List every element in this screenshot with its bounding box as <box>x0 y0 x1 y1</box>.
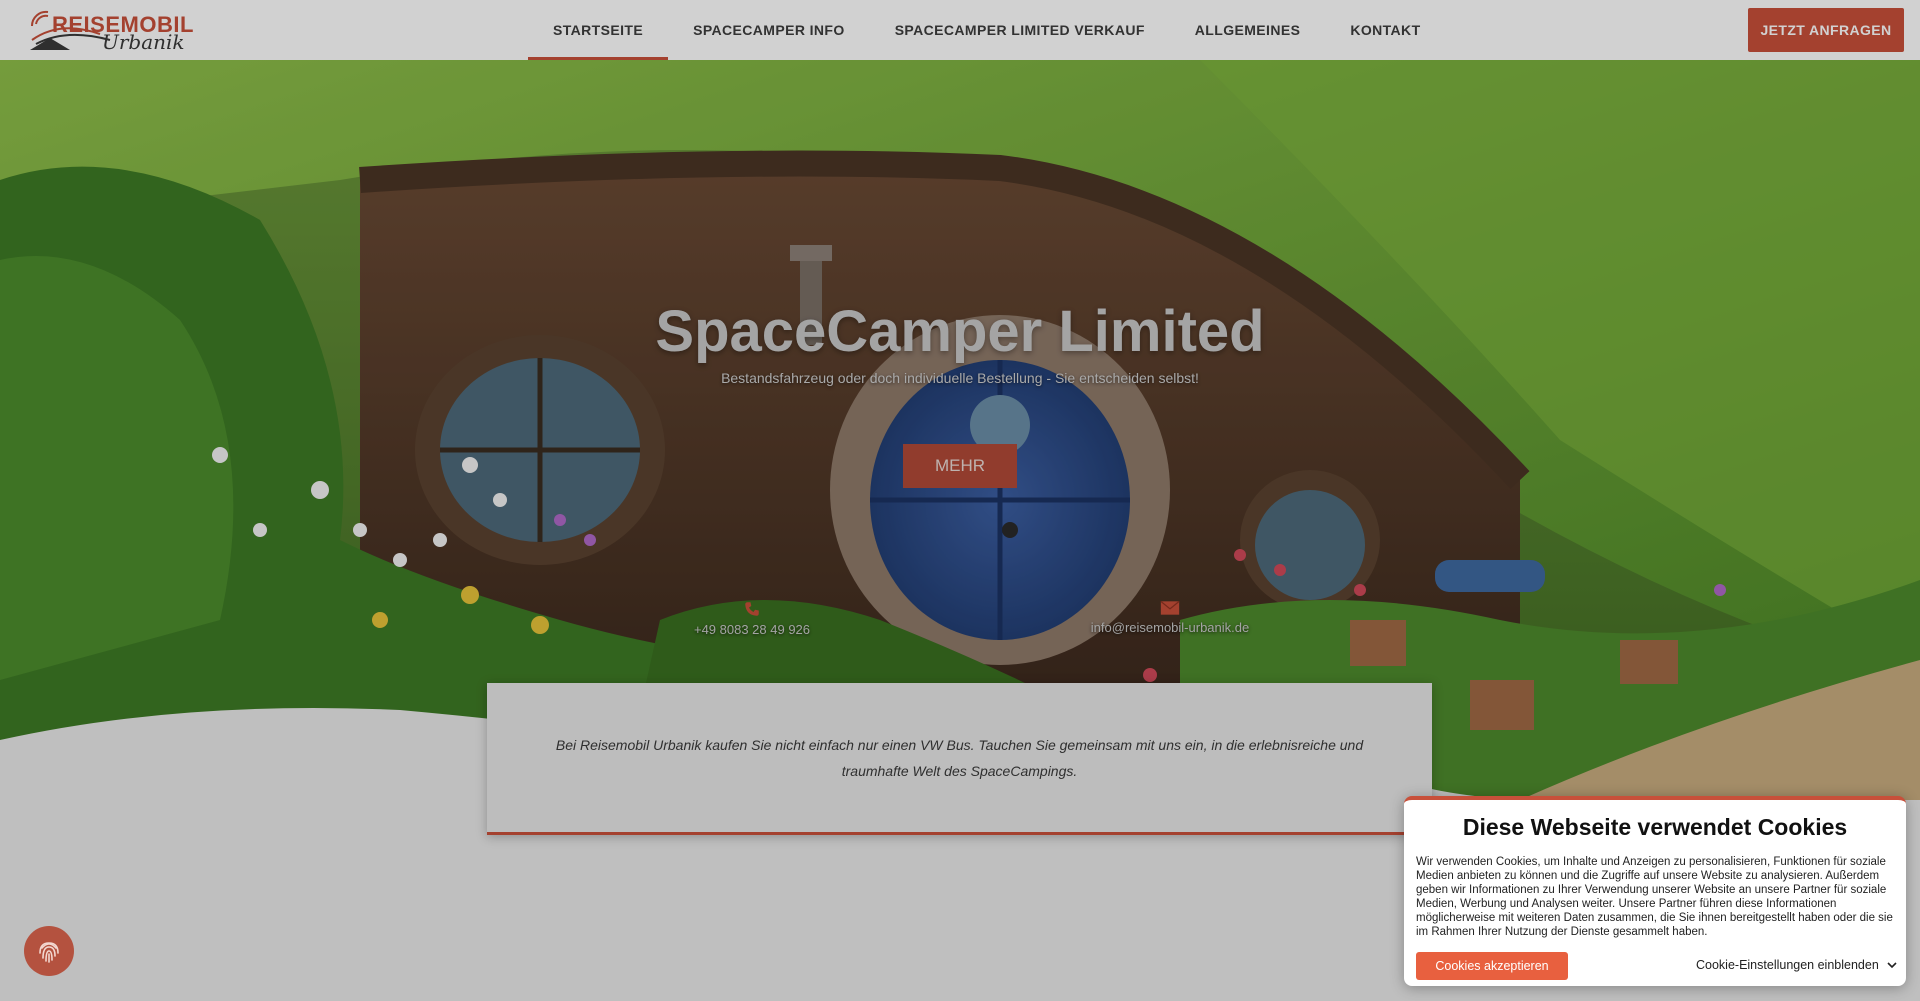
email-address: info@reisemobil-urbanik.de <box>1090 620 1250 635</box>
nav-spacecamper-info[interactable]: SPACECAMPER INFO <box>668 0 870 60</box>
nav-spacecamper-limited-verkauf[interactable]: SPACECAMPER LIMITED VERKAUF <box>870 0 1170 60</box>
fingerprint-icon <box>39 942 59 963</box>
hero-title: SpaceCamper Limited <box>655 299 1265 364</box>
cookie-banner: Diese Webseite verwendet Cookies Wir ver… <box>1404 796 1906 986</box>
logo[interactable]: REISEMOBIL Urbanik <box>30 10 193 54</box>
email-contact[interactable]: info@reisemobil-urbanik.de <box>1070 600 1270 635</box>
chevron-down-icon <box>1887 962 1897 969</box>
mehr-button[interactable]: MEHR <box>903 444 1017 488</box>
cookie-settings-toggle[interactable]: Cookie-Einstellungen einblenden <box>1696 958 1897 972</box>
cookie-title: Diese Webseite verwendet Cookies <box>1462 814 1848 840</box>
nav-kontakt[interactable]: KONTAKT <box>1325 0 1445 60</box>
jetzt-anfragen-button[interactable]: JETZT ANFRAGEN <box>1748 8 1904 52</box>
hero-subtitle: Bestandsfahrzeug oder doch individuelle … <box>721 370 1199 386</box>
mail-icon <box>1160 600 1180 615</box>
nav-allgemeines[interactable]: ALLGEMEINES <box>1170 0 1326 60</box>
phone-icon <box>745 602 759 616</box>
logo-script-text: Urbanik <box>102 30 185 54</box>
cookie-settings-label: Cookie-Einstellungen einblenden <box>1696 958 1879 972</box>
phone-contact[interactable]: +49 8083 28 49 926 <box>672 600 832 637</box>
nav-startseite[interactable]: STARTSEITE <box>528 0 669 60</box>
site-header: REISEMOBIL Urbanik STARTSEITE SPACECAMPE… <box>0 0 1920 60</box>
intro-card: Bei Reisemobil Urbanik kaufen Sie nicht … <box>487 683 1432 835</box>
accept-cookies-button[interactable]: Cookies akzeptieren <box>1416 952 1568 980</box>
cookie-text: Wir verwenden Cookies, um Inhalte und An… <box>1416 856 1893 938</box>
main-nav: STARTSEITE SPACECAMPER INFO SPACECAMPER … <box>528 0 1446 60</box>
intro-text: Bei Reisemobil Urbanik kaufen Sie nicht … <box>555 736 1364 779</box>
privacy-settings-button[interactable] <box>24 926 74 976</box>
phone-number: +49 8083 28 49 926 <box>693 622 811 637</box>
